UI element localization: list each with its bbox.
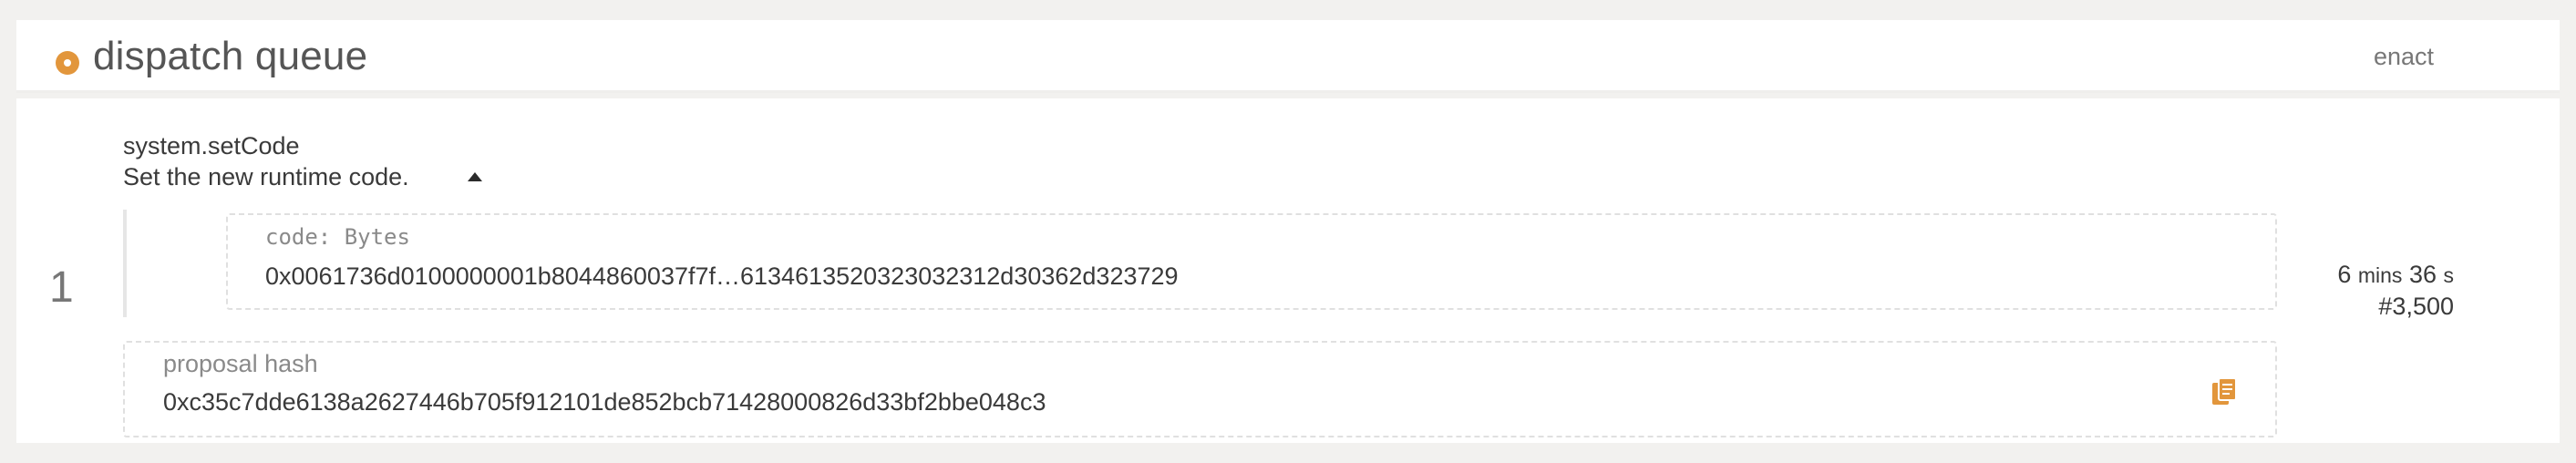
table-row: 1 system.setCode Set the new runtime cod…	[16, 98, 2560, 443]
minutes-value: 6	[2337, 261, 2352, 288]
enact-countdown: 6 mins 36 s #3,500	[2241, 259, 2454, 322]
proposal-hash-field: proposal hash 0xc35c7dde6138a2627446b705…	[123, 341, 2277, 437]
params-divider	[123, 210, 127, 317]
enact-column-header: enact	[2374, 43, 2435, 70]
param-value: 0x0061736d0100000001b8044860037f7f…61346…	[265, 262, 1179, 290]
row-index: 1	[49, 263, 74, 312]
dispatch-queue-table: dispatch queue enact 1 system.setCode Se…	[16, 20, 2560, 443]
code-param-field: code: Bytes 0x0061736d0100000001b8044860…	[226, 213, 2277, 310]
call-name: system.setCode	[123, 132, 300, 159]
page-title: dispatch queue	[93, 34, 368, 78]
call-description: Set the new runtime code.	[123, 163, 409, 190]
enact-block-number: #3,500	[2378, 293, 2454, 320]
table-header: dispatch queue enact	[16, 20, 2560, 93]
proposal-hash-value: 0xc35c7dde6138a2627446b705f912101de852bc…	[163, 388, 1046, 416]
time-remaining: 6 mins 36 s	[2241, 259, 2454, 291]
seconds-unit: s	[2443, 263, 2455, 287]
copy-icon[interactable]	[2210, 377, 2238, 406]
caret-up-icon[interactable]	[458, 159, 494, 195]
param-label: code: Bytes	[265, 224, 410, 250]
proposal-hash-label: proposal hash	[163, 350, 318, 377]
status-dot-icon	[56, 51, 79, 75]
seconds-value: 36	[2408, 261, 2437, 288]
minutes-unit: mins	[2357, 263, 2403, 287]
